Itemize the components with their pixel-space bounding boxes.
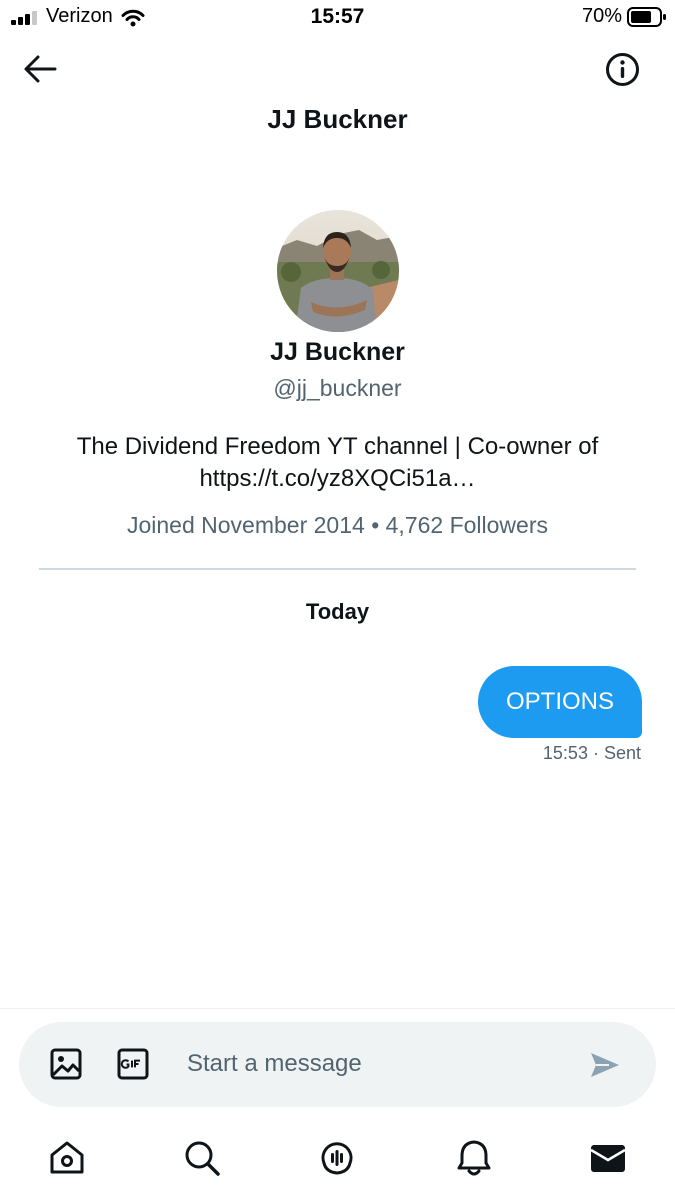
gif-button[interactable] [116,1047,150,1081]
back-arrow-icon [24,55,57,83]
notifications-icon [457,1140,491,1176]
message-input[interactable] [187,1043,567,1085]
send-icon [591,1053,619,1077]
info-icon [606,53,639,86]
bio-text: The Dividend Freedom YT channel | Co-own… [76,433,599,460]
profile-handle: @jj_buckner [273,375,402,401]
battery-icon [627,7,666,27]
profile-bio: The Dividend Freedom YT channel | Co-own… [40,431,635,495]
tab-search[interactable] [182,1138,222,1178]
message-sent-status: · Sent [592,743,641,763]
home-icon [50,1141,84,1174]
gif-icon [117,1048,149,1080]
image-icon [50,1048,82,1080]
sent-message-bubble[interactable]: OPTIONS [478,666,642,738]
media-button[interactable] [49,1047,83,1081]
profile-name: JJ Buckner [270,338,405,366]
status-time: 15:57 [310,5,365,28]
avatar[interactable] [277,210,399,332]
search-icon [185,1141,220,1176]
divider [39,568,636,570]
spaces-icon [321,1142,353,1175]
message-time: 15:53 [542,743,588,763]
tab-messages[interactable] [588,1138,628,1178]
messages-icon [590,1145,626,1172]
profile-meta: Joined November 2014 • 4,762 Followers [126,512,548,538]
date-separator: Today [305,599,370,624]
tab-spaces[interactable] [317,1138,357,1178]
status-bar: Verizon 15:57 70% [0,0,675,36]
tab-home[interactable] [47,1138,87,1178]
conversation-title: JJ Buckner [267,104,408,134]
composer-divider [0,1008,675,1009]
info-button[interactable] [604,51,641,88]
back-button[interactable] [22,52,58,86]
dm-conversation-screen: Verizon 15:57 70% JJ Buckner JJ Buckner … [0,0,675,1200]
battery-percentage: 70% [581,5,622,27]
tab-notifications[interactable] [454,1138,494,1178]
message-status: 15:53 · Sent [543,743,641,764]
message-composer [19,1022,656,1107]
bio-link[interactable]: https://t.co/yz8XQCi51a… [40,463,635,495]
send-button[interactable] [589,1050,621,1080]
